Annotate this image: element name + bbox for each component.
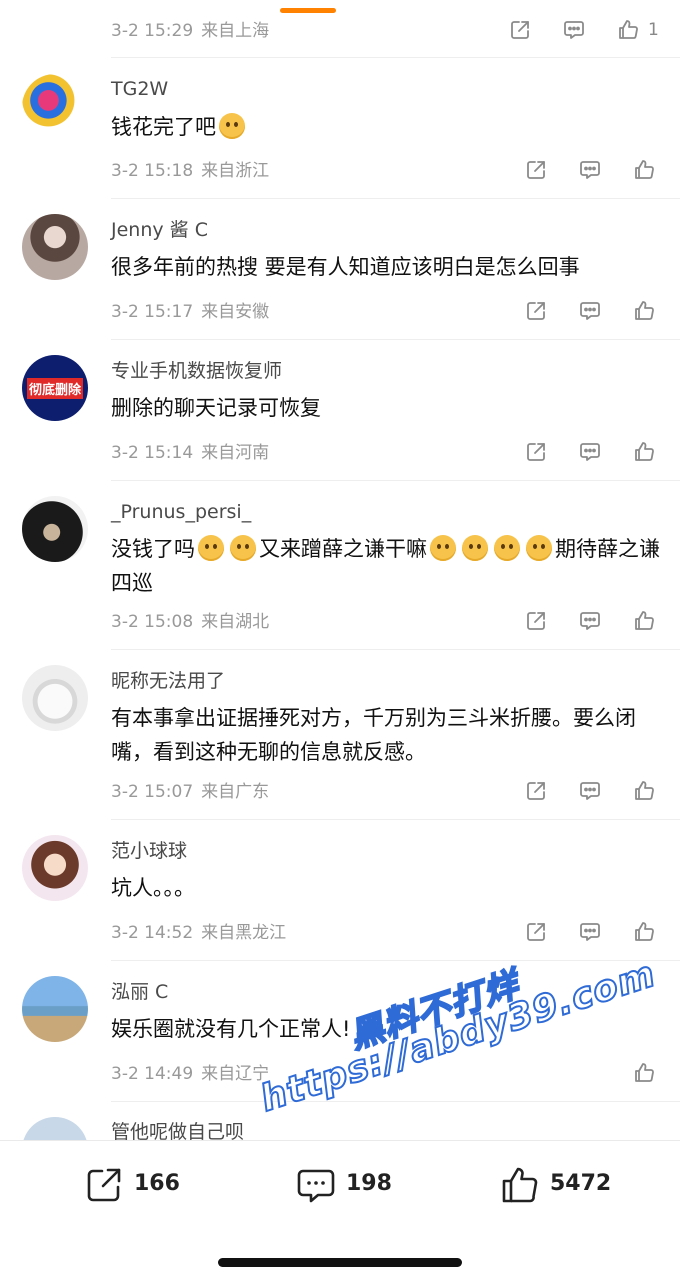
comment-icon[interactable] bbox=[578, 299, 602, 323]
share-icon[interactable] bbox=[524, 299, 548, 323]
emoji-icon bbox=[462, 535, 488, 561]
comment-username[interactable]: _Prunus_persi_ bbox=[111, 501, 251, 523]
comment-text: 钱花完了吧 bbox=[111, 110, 661, 144]
divider bbox=[111, 198, 680, 199]
emoji-icon bbox=[219, 113, 245, 139]
avatar[interactable] bbox=[22, 1117, 88, 1140]
avatar[interactable] bbox=[22, 835, 88, 901]
comment-text: 坑人。。。 bbox=[111, 876, 195, 900]
share-icon[interactable] bbox=[524, 920, 548, 944]
comment-date: 3-2 14:49 bbox=[111, 1064, 194, 1084]
share-count: 166 bbox=[134, 1171, 180, 1196]
comment-button[interactable]: 198 bbox=[296, 1165, 406, 1205]
divider bbox=[111, 1101, 680, 1102]
share-icon[interactable] bbox=[524, 440, 548, 464]
comment-meta: 3-2 15:14 来自河南 bbox=[111, 442, 269, 464]
avatar-text: 彻底删除 bbox=[26, 377, 83, 399]
like-icon[interactable] bbox=[632, 779, 656, 803]
divider bbox=[111, 960, 680, 961]
comment-text: 很多年前的热搜 要是有人知道应该明白是怎么回事 bbox=[111, 255, 580, 279]
comment-location: 来自河南 bbox=[201, 443, 270, 463]
comment-date: 3-2 15:08 bbox=[111, 612, 194, 632]
like-icon[interactable] bbox=[632, 1061, 656, 1085]
comment-icon[interactable] bbox=[578, 440, 602, 464]
like-button[interactable]: 5472 bbox=[500, 1165, 620, 1205]
comment-location: 来自湖北 bbox=[201, 612, 270, 632]
like-icon[interactable] bbox=[632, 920, 656, 944]
comment-username[interactable]: 昵称无法用了 bbox=[111, 670, 225, 692]
comment-username[interactable]: 泓丽 C bbox=[111, 981, 168, 1003]
comment-meta: 3-2 15:08 来自湖北 bbox=[111, 611, 269, 633]
comment-username[interactable]: 范小球球 bbox=[111, 840, 187, 862]
comment-text: 删除的聊天记录可恢复 bbox=[111, 396, 321, 420]
comment-username[interactable]: Jenny 酱 C bbox=[111, 219, 208, 241]
comment-meta: 3-2 14:52 来自黑龙江 bbox=[111, 922, 286, 944]
comment-meta: 3-2 15:17 来自安徽 bbox=[111, 301, 269, 323]
emoji-icon bbox=[430, 535, 456, 561]
comment-location: 来自广东 bbox=[201, 782, 270, 802]
comment-feed: 3-2 15:29 来自上海 1 TG2W 钱花完了吧 3-2 15:18 来自浙江… bbox=[0, 0, 680, 1140]
comment-date: 3-2 14:52 bbox=[111, 923, 194, 943]
avatar[interactable]: 彻底删除 bbox=[22, 355, 88, 421]
emoji-icon bbox=[198, 535, 224, 561]
divider bbox=[111, 57, 680, 58]
home-indicator[interactable] bbox=[218, 1258, 462, 1267]
divider bbox=[111, 339, 680, 340]
comment-date: 3-2 15:14 bbox=[111, 443, 194, 463]
comment-meta: 3-2 15:07 来自广东 bbox=[111, 781, 269, 803]
avatar[interactable] bbox=[22, 214, 88, 280]
share-button[interactable]: 166 bbox=[84, 1165, 194, 1205]
share-icon[interactable] bbox=[508, 18, 532, 42]
comment-icon[interactable] bbox=[578, 920, 602, 944]
avatar[interactable] bbox=[22, 665, 88, 731]
divider bbox=[111, 480, 680, 481]
comment-location: 来自黑龙江 bbox=[201, 923, 287, 943]
comment-username[interactable]: TG2W bbox=[111, 78, 168, 100]
like-icon bbox=[502, 1167, 538, 1203]
comment-text: 有本事拿出证据捶死对方，千万别为三斗米折腰。要么闭嘴，看到这种无聊的信息就反感。 bbox=[111, 706, 636, 764]
avatar[interactable] bbox=[22, 976, 88, 1042]
comment-location: 来自浙江 bbox=[201, 161, 270, 181]
like-count: 5472 bbox=[550, 1171, 612, 1196]
comment-date: 3-2 15:17 bbox=[111, 302, 194, 322]
comment-date: 3-2 15:07 bbox=[111, 782, 194, 802]
like-icon[interactable] bbox=[632, 299, 656, 323]
comment-date: 3-2 15:29 bbox=[111, 21, 194, 41]
comment-text: 没钱了吗 又来蹭薛之谦干嘛 期待薛之谦四巡 bbox=[111, 532, 661, 600]
like-count: 1 bbox=[648, 20, 659, 40]
comment-text-part: 没钱了吗 bbox=[111, 537, 195, 561]
comment-date: 3-2 15:18 bbox=[111, 161, 194, 181]
like-icon[interactable] bbox=[632, 158, 656, 182]
like-icon[interactable] bbox=[616, 18, 640, 42]
comment-icon[interactable] bbox=[578, 609, 602, 633]
emoji-icon bbox=[494, 535, 520, 561]
like-icon[interactable] bbox=[632, 609, 656, 633]
comment-icon bbox=[297, 1169, 335, 1203]
comment-icon[interactable] bbox=[578, 158, 602, 182]
comment-count: 198 bbox=[346, 1171, 392, 1196]
comment-icon[interactable] bbox=[578, 779, 602, 803]
comment-icon[interactable] bbox=[562, 18, 586, 42]
comment-meta: 3-2 15:29 来自上海 bbox=[111, 20, 269, 42]
share-icon[interactable] bbox=[524, 609, 548, 633]
divider bbox=[111, 649, 680, 650]
emoji-icon bbox=[230, 535, 256, 561]
emoji-icon bbox=[526, 535, 552, 561]
share-icon[interactable] bbox=[524, 779, 548, 803]
like-icon[interactable] bbox=[632, 440, 656, 464]
comment-text-content: 钱花完了吧 bbox=[111, 115, 216, 139]
comment-username[interactable]: 专业手机数据恢复师 bbox=[111, 360, 282, 382]
share-icon bbox=[87, 1168, 121, 1202]
comment-meta: 3-2 14:49 来自辽宁 bbox=[111, 1063, 269, 1085]
comment-location: 来自安徽 bbox=[201, 302, 270, 322]
comment-meta: 3-2 15:18 来自浙江 bbox=[111, 160, 269, 182]
share-icon[interactable] bbox=[524, 158, 548, 182]
avatar[interactable] bbox=[22, 74, 88, 140]
comment-text-part: 又来蹭薛之谦干嘛 bbox=[259, 537, 427, 561]
comment-location: 来自上海 bbox=[201, 21, 270, 41]
divider bbox=[111, 819, 680, 820]
comment-username[interactable]: 管他呢做自己呗 bbox=[111, 1121, 244, 1140]
avatar[interactable] bbox=[22, 496, 88, 562]
